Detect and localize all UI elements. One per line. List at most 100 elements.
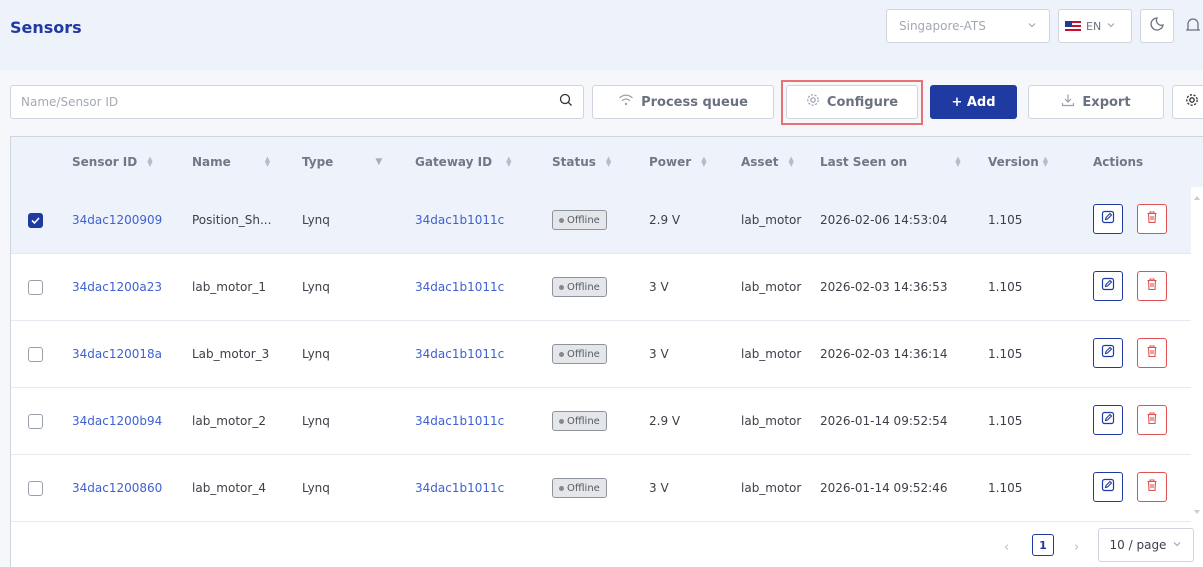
row-checkbox[interactable]: [28, 212, 43, 228]
add-button[interactable]: + Add: [930, 85, 1017, 119]
chevron-down-icon: [1027, 19, 1037, 33]
sensor-name: lab_motor_2: [192, 414, 266, 428]
column-header-status[interactable]: Status ▲ ▼: [552, 137, 611, 187]
sensor-asset: lab_motor: [741, 481, 802, 495]
add-label: + Add: [951, 94, 996, 110]
edit-button[interactable]: [1093, 271, 1123, 301]
row-checkbox[interactable]: [28, 480, 43, 496]
column-header-label: Actions: [1093, 155, 1144, 169]
status-text: Offline: [567, 348, 600, 360]
row-checkbox-cell: [28, 321, 43, 387]
column-header-label: Last Seen on: [820, 155, 908, 169]
trash-icon: [1145, 344, 1159, 362]
sensor-version: 1.105: [988, 213, 1023, 227]
status-text: Offline: [567, 482, 600, 494]
sort-icon[interactable]: ▲ ▼: [265, 156, 270, 168]
gateway-id-link[interactable]: 34dac1b1011c: [415, 388, 504, 454]
chevron-down-icon: [1106, 20, 1116, 33]
edit-icon: [1101, 344, 1115, 362]
page-size-select[interactable]: 10 / page: [1098, 528, 1194, 562]
filter-icon[interactable]: ▼: [375, 157, 382, 167]
page-size-value: 10 / page: [1109, 538, 1167, 552]
page-title: Sensors: [10, 18, 82, 37]
chevron-left-icon[interactable]: ‹: [1004, 540, 1009, 555]
edit-icon: [1101, 277, 1115, 295]
gateway-id-link[interactable]: 34dac1b1011c: [415, 321, 504, 387]
column-header-name[interactable]: Name ▲ ▼: [192, 137, 270, 187]
configure-label: Configure: [826, 94, 899, 110]
table-row[interactable]: 34dac1200909 Position_Sh... Lynq 34dac1b101…: [11, 187, 1191, 254]
status-dot-icon: [559, 418, 564, 424]
column-header-label: Type: [302, 155, 334, 169]
table-row[interactable]: 34dac1200860 lab_motor_4 Lynq 34dac1b1011c O…: [11, 455, 1191, 522]
configure-button[interactable]: Configure: [786, 85, 918, 119]
sort-icon[interactable]: ▲ ▼: [506, 156, 511, 168]
edit-button[interactable]: [1093, 405, 1123, 435]
sensor-id-link[interactable]: 34dac1200860: [72, 455, 162, 521]
last-seen: 2026-02-06 14:53:04: [820, 213, 948, 227]
column-header-asset[interactable]: Asset ▲ ▼: [741, 137, 794, 187]
gateway-id-link[interactable]: 34dac1b1011c: [415, 254, 504, 320]
delete-button[interactable]: [1137, 472, 1167, 502]
edit-button[interactable]: [1093, 472, 1123, 502]
sort-icon[interactable]: ▲ ▼: [955, 156, 960, 168]
column-settings-button[interactable]: [1172, 85, 1203, 119]
delete-button[interactable]: [1137, 204, 1167, 234]
edit-button[interactable]: [1093, 338, 1123, 368]
process-queue-button[interactable]: Process queue: [592, 85, 774, 119]
column-header-last-seen[interactable]: Last Seen on ▲ ▼: [820, 137, 961, 187]
column-header-label: Name: [192, 155, 231, 169]
gateway-id-link[interactable]: 34dac1b1011c: [415, 187, 504, 253]
column-header-version[interactable]: Version ▲ ▼: [988, 137, 1048, 187]
column-header-type[interactable]: Type ▼: [302, 137, 382, 187]
column-header-label: Gateway ID: [415, 155, 493, 169]
last-seen: 2026-01-14 09:52:54: [820, 414, 948, 428]
page-number-button[interactable]: 1: [1032, 534, 1054, 556]
sort-icon[interactable]: ▲ ▼: [147, 156, 152, 168]
search-icon[interactable]: [559, 93, 573, 111]
table-row[interactable]: 34dac1200a23 lab_motor_1 Lynq 34dac1b1011c O…: [11, 254, 1191, 321]
status-dot-icon: [559, 351, 564, 357]
trash-icon: [1145, 210, 1159, 228]
sort-icon[interactable]: ▲ ▼: [1043, 156, 1048, 168]
last-seen: 2026-02-03 14:36:53: [820, 280, 948, 294]
edit-button[interactable]: [1093, 204, 1123, 234]
column-header-power[interactable]: Power ▲ ▼: [649, 137, 707, 187]
sensor-name: Position_Sh...: [192, 213, 272, 227]
sensor-name: lab_motor_1: [192, 280, 266, 294]
row-checkbox[interactable]: [28, 279, 43, 295]
column-header-gateway-id[interactable]: Gateway ID ▲ ▼: [415, 137, 511, 187]
sort-icon[interactable]: ▲ ▼: [606, 156, 611, 168]
chevron-right-icon[interactable]: ›: [1074, 540, 1079, 555]
vertical-scrollbar[interactable]: [1191, 189, 1203, 521]
sensor-power: 2.9 V: [649, 414, 681, 428]
table-row[interactable]: 34dac1200b94 lab_motor_2 Lynq 34dac1b1011c O…: [11, 388, 1191, 455]
sort-icon[interactable]: ▲ ▼: [701, 156, 706, 168]
sensor-asset: lab_motor: [741, 347, 802, 361]
row-checkbox[interactable]: [28, 346, 43, 362]
sort-icon[interactable]: ▲ ▼: [788, 156, 793, 168]
sensor-id-link[interactable]: 34dac1200b94: [72, 388, 162, 454]
theme-toggle-button[interactable]: [1140, 9, 1174, 43]
bell-icon[interactable]: [1185, 16, 1201, 38]
delete-button[interactable]: [1137, 405, 1167, 435]
gateway-id-link[interactable]: 34dac1b1011c: [415, 455, 504, 521]
table-row[interactable]: 34dac120018a Lab_motor_3 Lynq 34dac1b1011c O…: [11, 321, 1191, 388]
sensor-version: 1.105: [988, 414, 1023, 428]
sensor-id-link[interactable]: 34dac1200909: [72, 187, 162, 253]
site-select[interactable]: Singapore-ATS: [886, 9, 1050, 43]
delete-button[interactable]: [1137, 338, 1167, 368]
sensor-name: lab_motor_4: [192, 481, 266, 495]
row-checkbox[interactable]: [28, 413, 43, 429]
status-cell: Offline: [552, 455, 607, 521]
sensor-id-link[interactable]: 34dac120018a: [72, 321, 162, 387]
column-header-sensor-id[interactable]: Sensor ID ▲ ▼: [72, 137, 153, 187]
language-select[interactable]: EN: [1058, 9, 1132, 43]
delete-button[interactable]: [1137, 271, 1167, 301]
search-input[interactable]: [21, 95, 559, 109]
sensor-type: Lynq: [302, 481, 330, 495]
sensor-power: 3 V: [649, 280, 669, 294]
export-button[interactable]: Export: [1028, 85, 1164, 119]
language-value: EN: [1086, 19, 1102, 33]
sensor-id-link[interactable]: 34dac1200a23: [72, 254, 162, 320]
